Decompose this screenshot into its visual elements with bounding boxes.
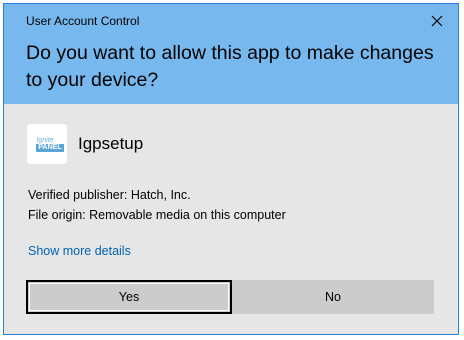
app-details: Verified publisher: Hatch, Inc. File ori… (28, 185, 286, 225)
no-button[interactable]: No (232, 280, 434, 314)
publisher-text: Verified publisher: Hatch, Inc. (28, 188, 191, 202)
logo-text-bottom: PANEL (36, 143, 64, 152)
close-icon (431, 15, 443, 27)
app-info-row: Ignite PANEL Igpsetup (27, 124, 143, 164)
close-button[interactable] (424, 8, 450, 34)
app-logo-icon: Ignite PANEL (27, 124, 67, 164)
origin-text: File origin: Removable media on this com… (28, 208, 286, 222)
show-more-details-link[interactable]: Show more details (28, 244, 131, 258)
app-name: Igpsetup (78, 134, 144, 153)
dialog-header: User Account Control Do you want to allo… (4, 4, 458, 104)
uac-dialog: User Account Control Do you want to allo… (3, 3, 459, 335)
yes-button[interactable]: Yes (26, 280, 232, 314)
window-title: User Account Control (26, 14, 140, 28)
logo-text-top: Ignite (36, 136, 54, 144)
dialog-question: Do you want to allow this app to make ch… (26, 42, 434, 91)
